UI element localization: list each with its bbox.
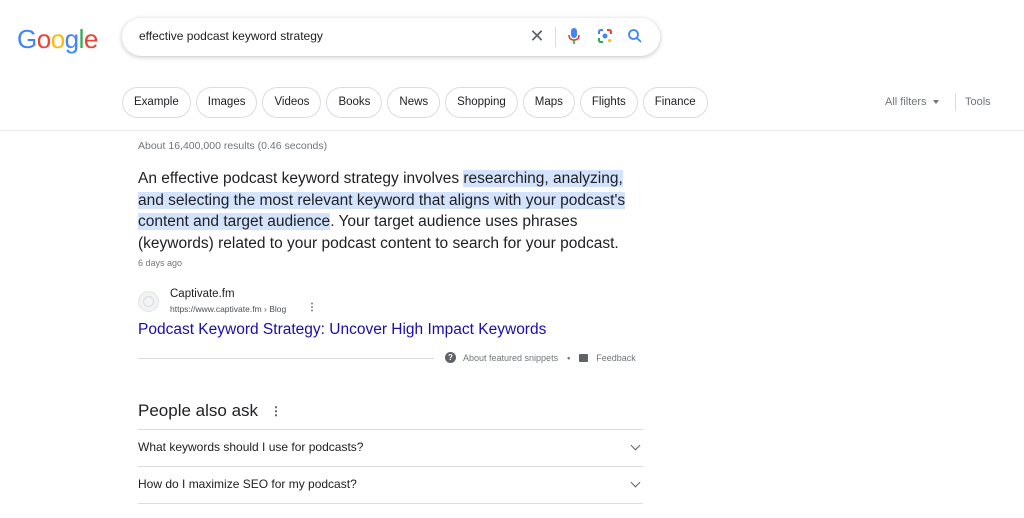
paa-question[interactable]: What keywords should I use for podcasts? [138, 429, 643, 466]
help-icon: ? [445, 352, 456, 363]
chip-videos[interactable]: Videos [262, 87, 322, 118]
lens-icon[interactable] [595, 26, 615, 46]
logo-letter: o [36, 24, 51, 54]
caret-down-icon [932, 100, 939, 105]
site-name[interactable]: Captivate.fm [170, 288, 235, 300]
clear-icon[interactable]: ✕ [527, 26, 547, 46]
logo-letter: e [83, 24, 98, 54]
chip-books[interactable]: Books [326, 87, 383, 118]
more-options-icon[interactable]: ⋮ [307, 302, 317, 313]
chip-maps[interactable]: Maps [522, 87, 575, 118]
about-featured-snippets-link[interactable]: About featured snippets [463, 353, 558, 363]
google-logo[interactable]: Google [17, 24, 98, 55]
result-title-link[interactable]: Podcast Keyword Strategy: Uncover High I… [138, 321, 546, 339]
tools-button[interactable]: Tools [965, 96, 991, 108]
chip-flights[interactable]: Flights [579, 87, 638, 118]
separator-dot: • [567, 352, 571, 363]
header: Google effective podcast keyword strateg… [0, 0, 1024, 131]
microphone-icon[interactable] [564, 26, 584, 46]
feedback-icon [579, 353, 589, 362]
paa-question[interactable] [138, 503, 643, 518]
site-url[interactable]: https://www.captivate.fm › Blog [170, 304, 286, 314]
paa-question[interactable]: How do I maximize SEO for my podcast? [138, 466, 643, 503]
search-divider [555, 27, 556, 47]
search-box[interactable]: effective podcast keyword strategy ✕ [122, 18, 660, 56]
chevron-down-icon [630, 477, 641, 488]
chip-example[interactable]: Example [122, 87, 191, 118]
chevron-down-icon [630, 440, 641, 451]
chip-images[interactable]: Images [195, 87, 258, 118]
all-filters-button[interactable]: All filters [885, 96, 939, 108]
paa-question-text: What keywords should I use for podcasts? [138, 440, 364, 454]
logo-letter: G [17, 24, 37, 54]
tools-divider [955, 94, 956, 111]
featured-snippet-footer: ? About featured snippets • Feedback [445, 352, 636, 363]
logo-letter: o [50, 24, 65, 54]
search-input[interactable]: effective podcast keyword strategy [139, 29, 323, 43]
snippet-text-before: An effective podcast keyword strategy in… [138, 170, 464, 187]
snippet-date: 6 days ago [138, 258, 183, 268]
feedback-link[interactable]: Feedback [596, 353, 636, 363]
all-filters-label: All filters [885, 96, 927, 108]
chip-news[interactable]: News [387, 87, 441, 118]
chip-shopping[interactable]: Shopping [445, 87, 518, 118]
chip-finance[interactable]: Finance [642, 87, 708, 118]
filter-chips: Example Images Videos Books News Shoppin… [122, 87, 708, 118]
site-favicon-icon [138, 291, 159, 312]
search-icon[interactable] [625, 26, 645, 46]
paa-more-icon[interactable]: ⋮ [270, 404, 282, 418]
people-also-ask-title: People also ask [138, 401, 259, 420]
featured-snippet-text: An effective podcast keyword strategy in… [138, 168, 644, 254]
logo-letter: g [64, 24, 79, 54]
snippet-divider [138, 358, 434, 359]
result-stats: About 16,400,000 results (0.46 seconds) [138, 140, 328, 152]
paa-question-text: How do I maximize SEO for my podcast? [138, 477, 357, 491]
